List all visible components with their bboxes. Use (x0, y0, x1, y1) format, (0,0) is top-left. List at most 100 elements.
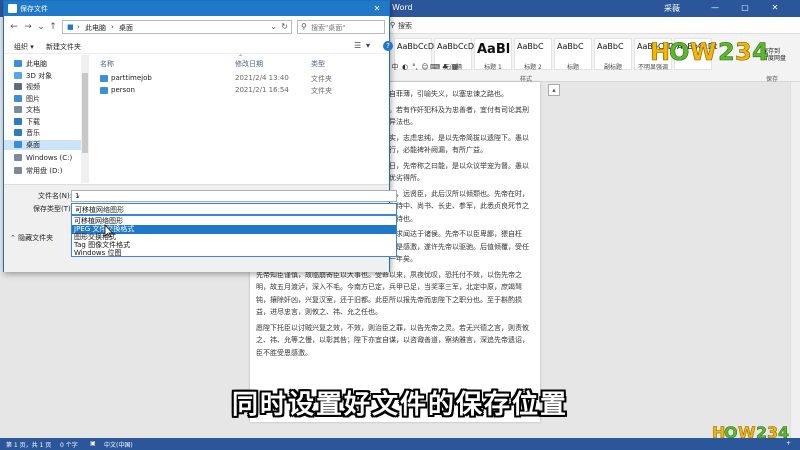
sidebar-item[interactable]: 图片 (14, 94, 40, 104)
sidebar-item-label: 视频 (26, 83, 40, 91)
forward-arrow-icon[interactable]: → (22, 21, 34, 33)
tab-search[interactable]: 搜索 (398, 21, 412, 31)
navigation-pane: 此电脑 3D 对象视频图片文档下载音乐桌面 Windows (C:) 常用盘 (D:) (4, 55, 89, 183)
status-bar: 第 1 页，共 1 页 0 个字 ▣ 中文(中国) + (0, 438, 800, 450)
sidebar-item[interactable]: 3D 对象 (14, 71, 52, 81)
organize-button[interactable]: 组织 ▾ (14, 42, 34, 52)
folder-icon (14, 60, 22, 67)
recent-chevron-icon[interactable]: ⌄ (35, 21, 47, 33)
address-dropdown-icon[interactable]: ⌄ (270, 22, 277, 31)
hide-folders-toggle[interactable]: ⌃ 隐藏文件夹 (10, 233, 53, 243)
column-type[interactable]: 类型 (311, 59, 325, 69)
moon-icon[interactable]: ◐ (400, 62, 410, 72)
style-sample: AaBbC (557, 42, 584, 51)
style-item[interactable]: AaBl 标题 1 (474, 38, 512, 71)
save-fields: 文件名(N): 1 ⌄ 保存类型(T): 可移植网络图形 ⌄ 可移植网络图形 JP… (4, 184, 397, 272)
page-count[interactable]: 第 1 页，共 1 页 (6, 440, 51, 449)
filetype-select[interactable]: 可移植网络图形 ⌄ (71, 203, 397, 215)
folder-icon (14, 140, 22, 148)
search-icon[interactable]: ⚲ (390, 21, 395, 29)
document-paragraph[interactable]: 愿陛下托臣以讨贼兴复之效，不效，则治臣之罪，以告先帝之灵。若无兴德之言，则责攸之… (256, 322, 534, 360)
vertical-scrollbar[interactable] (790, 82, 800, 438)
sidebar-item[interactable]: Windows (C:) (14, 154, 72, 164)
folder-icon (14, 154, 22, 161)
command-bar: 组织 ▾ 新建文件夹 ☰ ▾ (4, 38, 389, 54)
refresh-icon[interactable]: ↻ (281, 22, 288, 31)
hide-folders-label: 隐藏文件夹 (18, 234, 54, 242)
address-row: ← → ⌄ ↑ ■ › 此电脑 › 桌面 ⌄ ↻ ⚲ 搜索"桌面" (4, 16, 389, 38)
layout-options-icon[interactable]: ▴ (548, 84, 560, 96)
search-box[interactable]: ⚲ 搜索"桌面" (297, 20, 385, 34)
proofing-icon[interactable]: ▣ (90, 440, 96, 447)
style-item[interactable]: AaBbC 标题 (554, 38, 592, 71)
file-list: 名称 修改日期 类型 ⌃ parttimejob 2021/2/4 13:40 文件… (90, 54, 389, 183)
file-name: person (111, 86, 135, 94)
style-name: 标题 2 (524, 64, 542, 71)
sidebar-item[interactable]: 桌面 (4, 139, 81, 150)
user-name[interactable]: 采薇 (664, 3, 680, 14)
file-name: parttimejob (111, 74, 152, 82)
filetype-dropdown-icon[interactable]: ⌄ (75, 204, 394, 212)
word-title: Word (392, 3, 413, 12)
dialog-title: 保存文件 (20, 5, 48, 13)
column-name[interactable]: 名称 (100, 59, 114, 69)
up-arrow-icon[interactable]: ↑ (47, 21, 59, 33)
dialog-close-icon[interactable]: ✕ (370, 3, 384, 14)
maximize-icon[interactable]: ▢ (738, 2, 752, 14)
breadcrumb-this-pc[interactable]: 此电脑 (85, 23, 106, 33)
sidebar-item[interactable]: 视频 (14, 82, 40, 92)
sidebar-scroll-thumb[interactable] (82, 73, 88, 153)
minimize-icon[interactable]: — (708, 2, 722, 14)
new-folder-button[interactable]: 新建文件夹 (46, 42, 81, 52)
sidebar-item-label: Windows (C:) (26, 154, 73, 162)
sidebar-item[interactable]: 文档 (14, 105, 40, 115)
file-row[interactable]: person 2021/2/1 16:54 文件夹 (90, 85, 389, 96)
keyboard-icon[interactable]: ⌨ (430, 62, 440, 72)
language[interactable]: 中文(中国) (104, 440, 133, 449)
filetype-option[interactable]: Windows 位图 (72, 249, 396, 258)
style-item[interactable]: AaBbC 标题 2 (514, 38, 552, 71)
view-options-icon[interactable]: ☰ (354, 41, 361, 50)
sidebar-item-label: 图片 (26, 94, 40, 103)
word-app-icon (8, 4, 17, 13)
close-icon[interactable]: ✕ (768, 2, 782, 14)
sidebar-item-label: 桌面 (26, 140, 40, 149)
style-name: 标题 (566, 64, 579, 71)
chinese-input-icon[interactable]: 中 (390, 62, 400, 72)
chevron-right-icon[interactable]: › (111, 23, 114, 31)
chevron-right-icon[interactable]: › (77, 23, 80, 31)
style-name: 标题 1 (484, 64, 502, 71)
style-sample: AaBbC (597, 42, 624, 51)
sidebar-item[interactable]: 下载 (14, 117, 40, 127)
skin-icon[interactable]: ♣ (440, 62, 450, 72)
file-row[interactable]: parttimejob 2021/2/4 13:40 文件夹 (90, 73, 389, 84)
sidebar-item[interactable]: 常用盘 (D:) (14, 166, 62, 176)
search-placeholder: 搜索"桌面" (311, 24, 346, 32)
view-dropdown-icon[interactable]: ▾ (366, 41, 370, 50)
help-icon[interactable]: ? (383, 41, 393, 51)
word-count[interactable]: 0 个字 (60, 440, 78, 449)
style-item[interactable]: AaBbC 副标题 (594, 38, 632, 71)
breadcrumb-desktop[interactable]: 桌面 (119, 23, 133, 33)
search-icon: ⚲ (301, 22, 307, 31)
address-bar[interactable]: ■ › 此电脑 › 桌面 ⌄ ↻ (62, 20, 292, 34)
zoom-in-button[interactable]: + (786, 440, 791, 447)
toolbox-icon[interactable]: ▦ (450, 62, 460, 72)
style-sample: AaBbCcDc (437, 42, 479, 51)
logo-graphic: H O W 2 3 4 (650, 38, 769, 67)
sidebar-item-label: 常用盘 (D:) (26, 166, 63, 175)
sidebar-item-label: 音乐 (26, 129, 40, 137)
file-type: 文件夹 (311, 75, 332, 83)
sidebar-item-label: 文档 (26, 106, 40, 114)
filename-dropdown-icon[interactable]: ⌄ (75, 191, 394, 199)
punctuation-icon[interactable]: °, (410, 62, 420, 72)
sidebar-scrollbar[interactable] (81, 55, 89, 183)
emoji-icon[interactable]: ☺ (420, 62, 430, 72)
back-arrow-icon[interactable]: ← (8, 21, 20, 33)
pc-icon: ■ (67, 23, 74, 31)
document-paragraph[interactable]: 先帝知臣谨慎，故临崩寄臣以大事也。受命以来，夙夜忧叹，恐托付不效，以伤先帝之明，… (256, 269, 534, 319)
filename-input[interactable]: 1 ⌄ (71, 190, 397, 202)
sidebar-item[interactable]: 音乐 (14, 128, 40, 138)
style-name: 副标题 (603, 64, 622, 71)
sidebar-item[interactable]: 此电脑 (14, 59, 47, 69)
